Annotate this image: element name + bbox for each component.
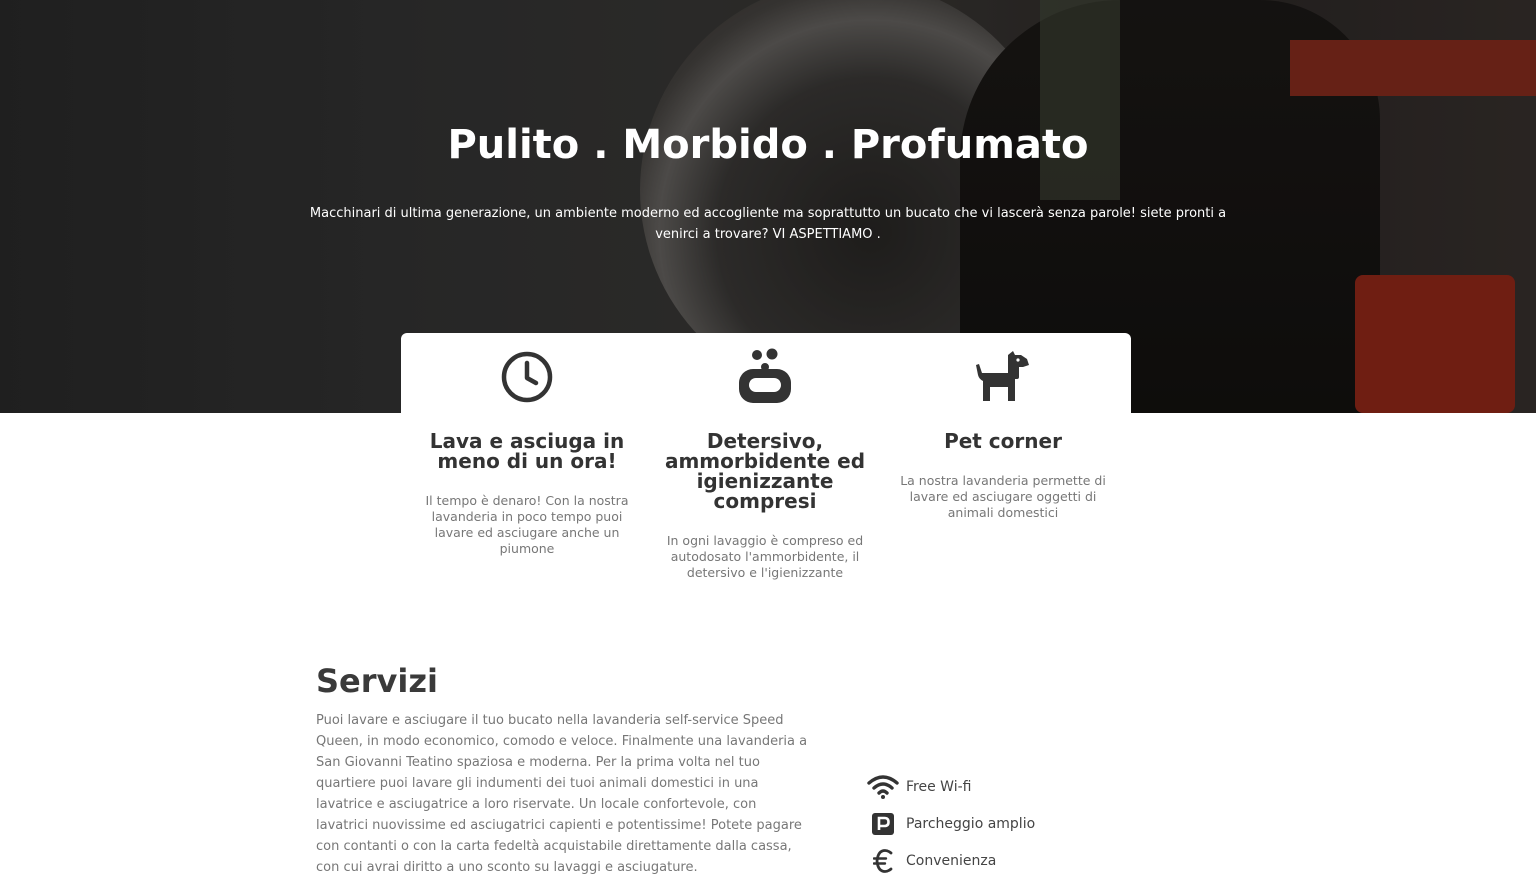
service-item-parking: Parcheggio amplio [866,805,1035,842]
service-label: Parcheggio amplio [906,815,1036,832]
feature-text: Il tempo è denaro! Con la nostra lavande… [425,493,629,556]
feature-detergent: Detersivo, ammorbidente ed igienizzante … [650,347,880,581]
dog-icon [888,347,1118,407]
hero-title: Pulito . Morbido . Profumato [447,122,1089,168]
feature-text: La nostra lavanderia permette di lavare … [900,473,1106,520]
feature-text: In ogni lavaggio è compreso ed autodosat… [666,533,864,580]
feature-pet-corner: Pet corner La nostra lavanderia permette… [888,347,1118,521]
hero-subtitle: Macchinari di ultima generazione, un amb… [309,206,1227,242]
service-item-euro: Convenienza [866,842,1035,879]
service-label: Convenienza [906,852,997,869]
euro-icon [866,848,900,874]
services-list: Free Wi-fi Parcheggio amplio Convenienza [866,768,1035,879]
service-item-wifi: Free Wi-fi [866,768,1035,805]
parking-icon [866,811,900,837]
service-label: Free Wi-fi [906,778,972,795]
clock-icon [412,347,642,407]
servizi-description: Puoi lavare e asciugare il tuo bucato ne… [316,713,808,875]
feature-title: Lava e asciuga in meno di un ora! [429,429,625,473]
servizi-heading: Servizi [316,662,438,700]
feature-title: Detersivo, ammorbidente ed igienizzante … [664,429,866,513]
soap-icon [650,347,880,407]
wifi-icon [866,774,900,800]
feature-fast-wash: Lava e asciuga in meno di un ora! Il tem… [412,347,642,557]
features-card: Lava e asciuga in meno di un ora! Il tem… [401,333,1131,583]
feature-title: Pet corner [944,429,1062,453]
